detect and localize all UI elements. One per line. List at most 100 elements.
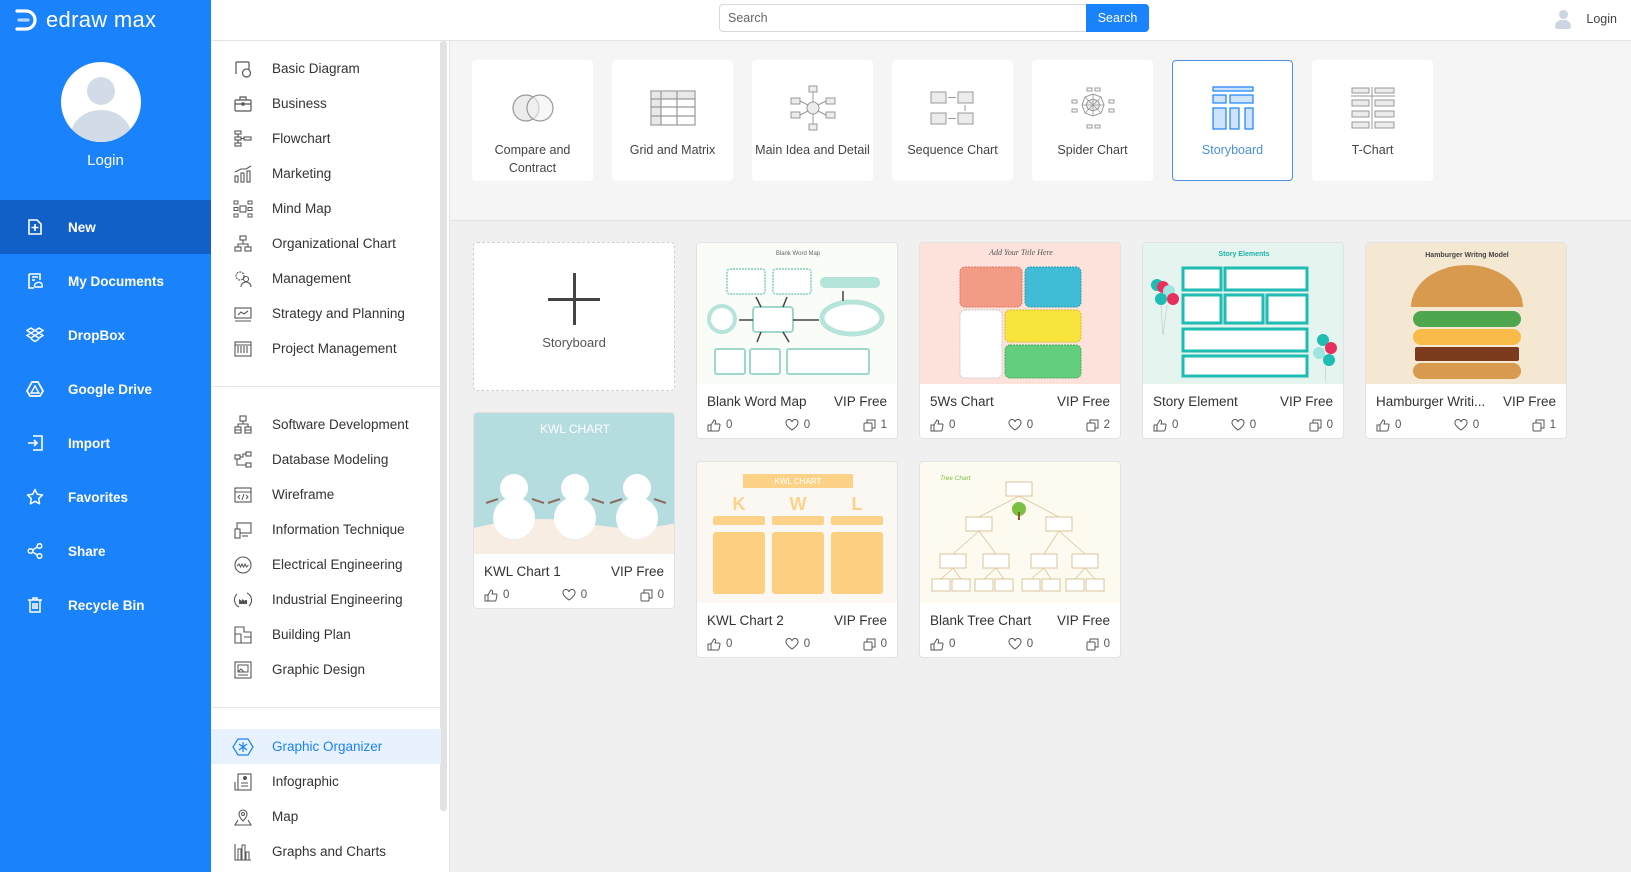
heart-icon xyxy=(785,638,799,650)
duplicate-button[interactable]: 0 xyxy=(863,638,887,651)
category-infographic[interactable]: Infographic xyxy=(211,764,441,799)
category-industrial-engineering[interactable]: Industrial Engineering xyxy=(211,582,441,617)
favorite-button[interactable]: 0 xyxy=(785,419,810,431)
thumbs-up-icon xyxy=(1376,418,1390,431)
duplicate-button[interactable]: 1 xyxy=(1532,419,1556,432)
category-strategy-planning[interactable]: Strategy and Planning xyxy=(211,296,441,331)
grid-icon xyxy=(649,83,696,133)
category-group-visual: Graphic Organizer Infographic Map Graphs… xyxy=(211,729,441,869)
new-blank-storyboard-button[interactable]: Storyboard xyxy=(473,242,675,391)
copy-count: 1 xyxy=(1549,419,1556,431)
sidebar-item-new[interactable]: New xyxy=(0,200,211,254)
category-graphic-organizer[interactable]: Graphic Organizer xyxy=(211,729,441,764)
top-login[interactable]: Login xyxy=(1554,9,1617,29)
type-label: Spider Chart xyxy=(1057,143,1128,157)
template-card[interactable]: Tree Chart Blank Tree Chart VIP Free 0 0 … xyxy=(919,461,1121,658)
sidebar-item-dropbox[interactable]: DropBox xyxy=(0,308,211,362)
category-business[interactable]: Business xyxy=(211,86,441,121)
template-card[interactable]: KWL CHART KWL Chart 1 VIP Free 0 0 0 xyxy=(473,412,675,609)
category-divider xyxy=(211,386,441,387)
search-button[interactable]: Search xyxy=(1086,4,1149,32)
sidebar-item-import[interactable]: Import xyxy=(0,416,211,470)
template-card[interactable]: Hamburger Writng Model Hamburger Writi..… xyxy=(1365,242,1567,439)
category-electrical-engineering[interactable]: Electrical Engineering xyxy=(211,547,441,582)
sidebar-item-my-documents[interactable]: My Documents xyxy=(0,254,211,308)
like-button[interactable]: 0 xyxy=(707,418,732,432)
category-organizational-chart[interactable]: Organizational Chart xyxy=(211,226,441,261)
category-mind-map[interactable]: Mind Map xyxy=(211,191,441,226)
like-button[interactable]: 0 xyxy=(1153,418,1178,432)
like-button[interactable]: 0 xyxy=(484,588,509,602)
type-label: Main Idea and Detail xyxy=(755,143,870,157)
favorite-button[interactable]: 0 xyxy=(1454,419,1479,431)
mind-map-icon xyxy=(232,198,254,220)
category-basic-diagram[interactable]: Basic Diagram xyxy=(211,51,441,86)
type-spider-chart[interactable]: Spider Chart xyxy=(1032,60,1153,181)
svg-text:W: W xyxy=(790,494,807,514)
category-scrollbar[interactable] xyxy=(440,41,447,811)
category-map[interactable]: Map xyxy=(211,799,441,834)
template-card[interactable]: Story Elements Story Element VIP Free 0 0… xyxy=(1142,242,1344,439)
category-wireframe[interactable]: Wireframe xyxy=(211,477,441,512)
category-graphic-design[interactable]: Graphic Design xyxy=(211,652,441,687)
type-selector: Compare and Contract Grid and Matrix Mai… xyxy=(450,41,1631,221)
category-label: Electrical Engineering xyxy=(272,557,403,572)
duplicate-button[interactable]: 0 xyxy=(1086,638,1110,651)
app-name: edraw max xyxy=(46,7,157,32)
sidebar-item-favorites[interactable]: Favorites xyxy=(0,470,211,524)
app-logo[interactable]: edraw max xyxy=(14,6,156,34)
category-flowchart[interactable]: Flowchart xyxy=(211,121,441,156)
template-card[interactable]: Add Your Title Here 5Ws Chart VIP Free 0 … xyxy=(919,242,1121,439)
t-chart-icon xyxy=(1350,83,1395,133)
template-card[interactable]: Blank Word Map Blank Word Map VIP Free 0 … xyxy=(696,242,898,439)
thumb-title: KWL CHART xyxy=(775,477,822,486)
like-button[interactable]: 0 xyxy=(707,637,732,651)
category-building-plan[interactable]: Building Plan xyxy=(211,617,441,652)
type-sequence-chart[interactable]: Sequence Chart xyxy=(892,60,1013,181)
copy-count: 1 xyxy=(880,419,887,431)
category-software-development[interactable]: Software Development xyxy=(211,407,441,442)
copy-icon xyxy=(640,589,653,601)
like-button[interactable]: 0 xyxy=(1376,418,1401,432)
type-storyboard[interactable]: Storyboard xyxy=(1172,60,1293,181)
type-compare-contract[interactable]: Compare and Contract xyxy=(472,60,593,181)
type-grid-matrix[interactable]: Grid and Matrix xyxy=(612,60,733,181)
like-button[interactable]: 0 xyxy=(930,418,955,432)
type-t-chart[interactable]: T-Chart xyxy=(1312,60,1433,181)
category-project-management[interactable]: Project Management xyxy=(211,331,441,366)
sidebar-login-link[interactable]: Login xyxy=(0,152,211,169)
favorite-button[interactable]: 0 xyxy=(1008,419,1033,431)
sidebar-item-label: New xyxy=(68,219,96,235)
avatar[interactable] xyxy=(61,62,141,142)
thumbs-up-icon xyxy=(930,637,944,650)
thumb-title: Blank Word Map xyxy=(776,251,821,257)
duplicate-button[interactable]: 0 xyxy=(640,589,664,602)
category-graphs-and-charts[interactable]: Graphs and Charts xyxy=(211,834,441,869)
favorite-button[interactable]: 0 xyxy=(562,589,587,601)
favorite-button[interactable]: 0 xyxy=(1231,419,1256,431)
category-marketing[interactable]: Marketing xyxy=(211,156,441,191)
duplicate-button[interactable]: 2 xyxy=(1086,419,1110,432)
thumb-title: Hamburger Writng Model xyxy=(1425,252,1509,259)
duplicate-button[interactable]: 1 xyxy=(863,419,887,432)
sidebar-item-share[interactable]: Share xyxy=(0,524,211,578)
category-label: Management xyxy=(272,271,351,286)
template-card[interactable]: KWL CHART K W L KWL Chart 2 VIP Free 0 0 … xyxy=(696,461,898,658)
sidebar-item-recycle-bin[interactable]: Recycle Bin xyxy=(0,578,211,632)
search-input[interactable] xyxy=(719,4,1087,32)
sidebar-item-google-drive[interactable]: Google Drive xyxy=(0,362,211,416)
duplicate-button[interactable]: 0 xyxy=(1309,419,1333,432)
like-button[interactable]: 0 xyxy=(930,637,955,651)
favorite-button[interactable]: 0 xyxy=(1008,638,1033,650)
category-management[interactable]: Management xyxy=(211,261,441,296)
category-database-modeling[interactable]: Database Modeling xyxy=(211,442,441,477)
template-badge: VIP Free xyxy=(1279,393,1333,409)
favorite-button[interactable]: 0 xyxy=(785,638,810,650)
type-main-idea-detail[interactable]: Main Idea and Detail xyxy=(752,60,873,181)
dropbox-icon xyxy=(26,326,44,344)
plus-icon xyxy=(548,273,600,325)
storyboard-icon xyxy=(1211,83,1254,133)
favorite-count: 0 xyxy=(1026,638,1034,650)
category-information-technique[interactable]: Information Technique xyxy=(211,512,441,547)
copy-count: 2 xyxy=(1103,419,1110,431)
